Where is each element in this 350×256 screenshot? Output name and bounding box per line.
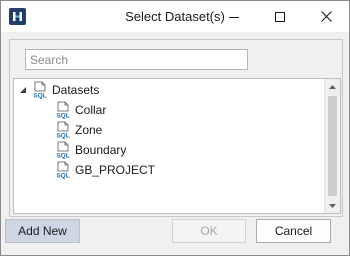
scroll-down-arrow-icon[interactable] <box>325 198 340 213</box>
minimize-button[interactable] <box>211 1 257 32</box>
sql-file-icon: SQL <box>56 121 70 140</box>
close-button[interactable] <box>303 1 349 32</box>
tree-root-datasets[interactable]: SQL Datasets <box>18 80 99 100</box>
collapse-triangle-icon[interactable] <box>18 85 28 95</box>
tree-scrollbar[interactable] <box>324 79 340 213</box>
dataset-panel: SQL Datasets SQL Collar <box>9 39 343 217</box>
svg-text:SQL: SQL <box>56 133 69 140</box>
tree-item-label: Collar <box>75 103 107 117</box>
sql-file-icon: SQL <box>56 101 70 120</box>
dialog-body: SQL Datasets SQL Collar <box>1 32 349 255</box>
app-logo-icon <box>9 8 26 25</box>
scroll-up-arrow-icon[interactable] <box>325 79 340 94</box>
minimize-icon <box>229 16 239 18</box>
tree-item-label: Boundary <box>75 143 127 157</box>
tree-item[interactable]: SQL Collar <box>55 100 106 120</box>
svg-text:SQL: SQL <box>33 93 46 100</box>
sql-file-icon: SQL <box>33 81 47 100</box>
svg-text:SQL: SQL <box>56 173 69 180</box>
maximize-button[interactable] <box>257 1 303 32</box>
cancel-button[interactable]: Cancel <box>256 219 331 243</box>
search-input[interactable] <box>25 49 248 70</box>
sql-file-icon: SQL <box>56 161 70 180</box>
close-icon <box>320 11 332 22</box>
maximize-icon <box>275 11 285 22</box>
tree-item-label: Zone <box>75 123 103 137</box>
svg-text:SQL: SQL <box>56 113 69 120</box>
scrollbar-thumb[interactable] <box>328 96 337 196</box>
dialog-window: Select Dataset(s) Search SQL Datasets SQ… <box>0 0 350 256</box>
tree-item[interactable]: SQL Zone <box>55 120 102 140</box>
tree-root-label: Datasets <box>52 83 100 97</box>
svg-text:SQL: SQL <box>56 153 69 160</box>
tree-item[interactable]: SQL GB_PROJECT <box>55 160 155 180</box>
title-bar[interactable]: Select Dataset(s) <box>1 1 349 32</box>
ok-button[interactable]: OK <box>172 219 246 243</box>
tree-item[interactable]: SQL Boundary <box>55 140 126 160</box>
dataset-tree: SQL Datasets SQL Collar SQL Zone SQL Bou… <box>13 78 341 214</box>
sql-file-icon: SQL <box>56 141 70 160</box>
add-new-button[interactable]: Add New <box>5 219 80 243</box>
tree-item-label: GB_PROJECT <box>75 163 156 177</box>
